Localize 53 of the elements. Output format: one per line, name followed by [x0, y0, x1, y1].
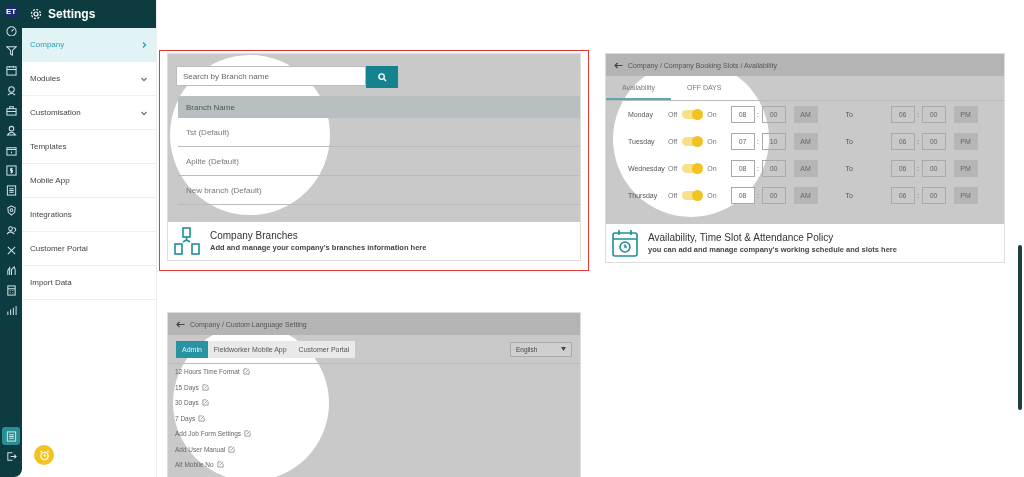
logo: ET: [4, 6, 18, 17]
sidebar-item[interactable]: Customisation: [22, 96, 156, 130]
buildings-icon: [174, 227, 200, 255]
calendar-icon[interactable]: [5, 64, 17, 76]
toggle-switch[interactable]: [682, 110, 703, 119]
edit-icon[interactable]: [216, 461, 224, 469]
chevron-right-icon: [140, 40, 148, 49]
sidebar-title: Settings: [48, 7, 96, 21]
pin-icon[interactable]: [5, 84, 17, 96]
gauge-icon[interactable]: [5, 24, 17, 36]
edit-icon[interactable]: [228, 445, 236, 453]
column-header: Branch Name: [178, 96, 580, 118]
dollar-icon[interactable]: [5, 164, 17, 176]
sidebar-item[interactable]: Company: [22, 28, 156, 62]
calendar-clock-icon: [612, 229, 638, 257]
sidebar-item[interactable]: Modules: [22, 62, 156, 96]
card-title: Company Branches: [210, 230, 299, 241]
toggle-switch[interactable]: [682, 164, 703, 173]
edit-icon[interactable]: [201, 383, 209, 391]
table-cell: Tst (Default): [178, 118, 580, 147]
toggle-switch[interactable]: [682, 191, 703, 200]
search-field[interactable]: Search by Branch name: [176, 66, 366, 86]
card-title: Availability, Time Slot & Attendance Policy: [648, 232, 835, 243]
edit-icon[interactable]: [198, 414, 206, 422]
calculator-icon[interactable]: [5, 284, 17, 296]
table-cell: New branch (Default): [178, 176, 580, 205]
sidebar-item[interactable]: Templates: [22, 130, 156, 164]
scrollbar[interactable]: [1018, 245, 1022, 410]
back-arrow-icon[interactable]: [176, 320, 185, 328]
toggle-switch[interactable]: [682, 137, 703, 146]
search-icon: [377, 72, 387, 82]
badge-icon[interactable]: [5, 204, 17, 216]
sidebar-item[interactable]: Integrations: [22, 198, 156, 232]
person-icon[interactable]: [5, 124, 17, 136]
logout-icon[interactable]: [5, 450, 17, 462]
people-icon[interactable]: [5, 224, 17, 236]
edit-icon[interactable]: [201, 399, 209, 407]
wallet-icon[interactable]: [5, 144, 17, 156]
search-button[interactable]: [366, 66, 398, 88]
caret-icon: [561, 347, 566, 351]
funnel-icon[interactable]: [5, 44, 17, 56]
list-icon[interactable]: [5, 184, 17, 196]
sidebar-item[interactable]: Import Data: [22, 266, 156, 300]
table-cell: Aplite (Default): [178, 147, 580, 176]
bars-icon[interactable]: [5, 304, 17, 316]
back-arrow-icon[interactable]: [614, 61, 623, 69]
briefcase-icon[interactable]: [5, 104, 17, 116]
edit-icon[interactable]: [242, 368, 250, 376]
edit-icon[interactable]: [244, 430, 252, 438]
alarm-clock-icon: [38, 449, 50, 461]
sidebar-item[interactable]: Customer Portal: [22, 232, 156, 266]
sidebar-item[interactable]: Mobile App: [22, 164, 156, 198]
settings-icon: [30, 8, 42, 20]
